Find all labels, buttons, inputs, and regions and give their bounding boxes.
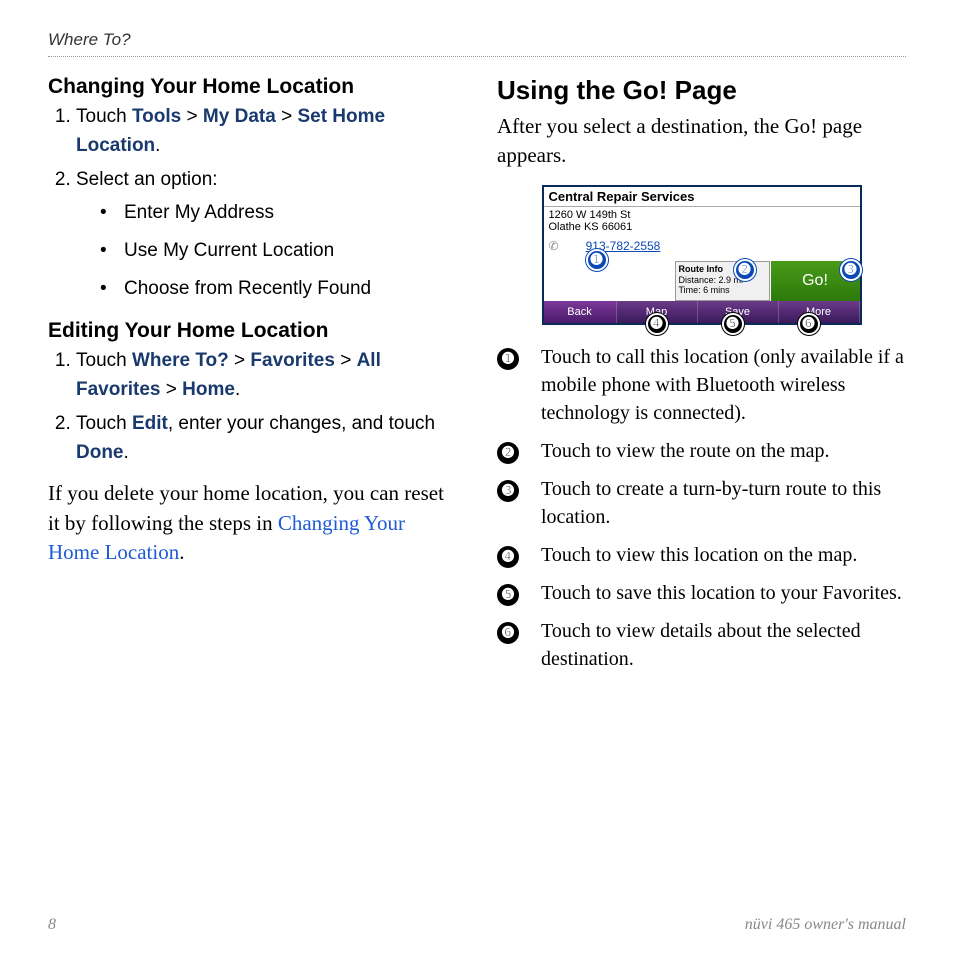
- legend-marker: ➌: [497, 480, 519, 502]
- text: Select an option:: [76, 169, 218, 190]
- legend-text: Touch to view this location on the map.: [541, 541, 906, 569]
- device-address-line: 1260 W 149th St: [549, 209, 855, 221]
- intro-text: After you select a destination, the Go! …: [497, 112, 906, 171]
- text: Touch: [76, 106, 132, 127]
- legend-text: Touch to view details about the selected…: [541, 617, 906, 673]
- heading-change-home: Changing Your Home Location: [48, 75, 457, 99]
- text: , enter your changes, and touch: [168, 413, 435, 434]
- legend: ➊ Touch to call this location (only avail…: [497, 343, 906, 673]
- text: Touch: [76, 350, 132, 371]
- callout-1: ➊: [586, 249, 608, 271]
- nav-item: Tools: [132, 106, 181, 127]
- text: Touch: [76, 413, 132, 434]
- nav-item: Where To?: [132, 350, 229, 371]
- heading-edit-home: Editing Your Home Location: [48, 319, 457, 343]
- step: Touch Where To? > Favorites > All Favori…: [76, 347, 457, 404]
- nav-item: Done: [76, 442, 124, 463]
- book-title: nüvi 465 owner's manual: [745, 916, 906, 934]
- callout-6: ➏: [798, 313, 820, 335]
- legend-text: Touch to create a turn-by-turn route to …: [541, 475, 906, 531]
- legend-marker: ➏: [497, 622, 519, 644]
- text: .: [179, 540, 184, 564]
- bullet: Enter My Address: [100, 197, 457, 229]
- callout-4: ➍: [646, 313, 668, 335]
- step: Select an option: Enter My Address Use M…: [76, 166, 457, 305]
- nav-item: Edit: [132, 413, 168, 434]
- bullet: Use My Current Location: [100, 235, 457, 267]
- chapter-header: Where To?: [48, 30, 906, 57]
- step: Touch Edit, enter your changes, and touc…: [76, 410, 457, 467]
- nav-item: Home: [182, 379, 235, 400]
- step: Touch Tools > My Data > Set Home Locatio…: [76, 103, 457, 160]
- legend-text: Touch to call this location (only availa…: [541, 343, 906, 427]
- page-number: 8: [48, 916, 56, 934]
- callout-5: ➎: [722, 313, 744, 335]
- legend-text: Touch to save this location to your Favo…: [541, 579, 906, 607]
- nav-item: Favorites: [250, 350, 334, 371]
- nav-item: My Data: [203, 106, 276, 127]
- right-column: Using the Go! Page After you select a de…: [497, 75, 906, 683]
- back-button[interactable]: Back: [544, 301, 617, 323]
- device-screenshot: Central Repair Services 1260 W 149th St …: [542, 185, 862, 325]
- callout-2: ➋: [734, 259, 756, 281]
- legend-marker: ➋: [497, 442, 519, 464]
- legend-text: Touch to view the route on the map.: [541, 437, 906, 465]
- text: .: [124, 442, 129, 463]
- device-title: Central Repair Services: [544, 187, 860, 207]
- heading-go-page: Using the Go! Page: [497, 75, 906, 106]
- phone-icon: ✆: [549, 239, 559, 253]
- text: Time: 6 mins: [679, 285, 766, 296]
- callout-3: ➌: [840, 259, 862, 281]
- legend-marker: ➊: [497, 348, 519, 370]
- paragraph: If you delete your home location, you ca…: [48, 479, 457, 567]
- legend-marker: ➍: [497, 546, 519, 568]
- device-address-line: Olathe KS 66061: [549, 221, 855, 233]
- left-column: Changing Your Home Location Touch Tools …: [48, 75, 457, 683]
- bullet: Choose from Recently Found: [100, 273, 457, 305]
- legend-marker: ➎: [497, 584, 519, 606]
